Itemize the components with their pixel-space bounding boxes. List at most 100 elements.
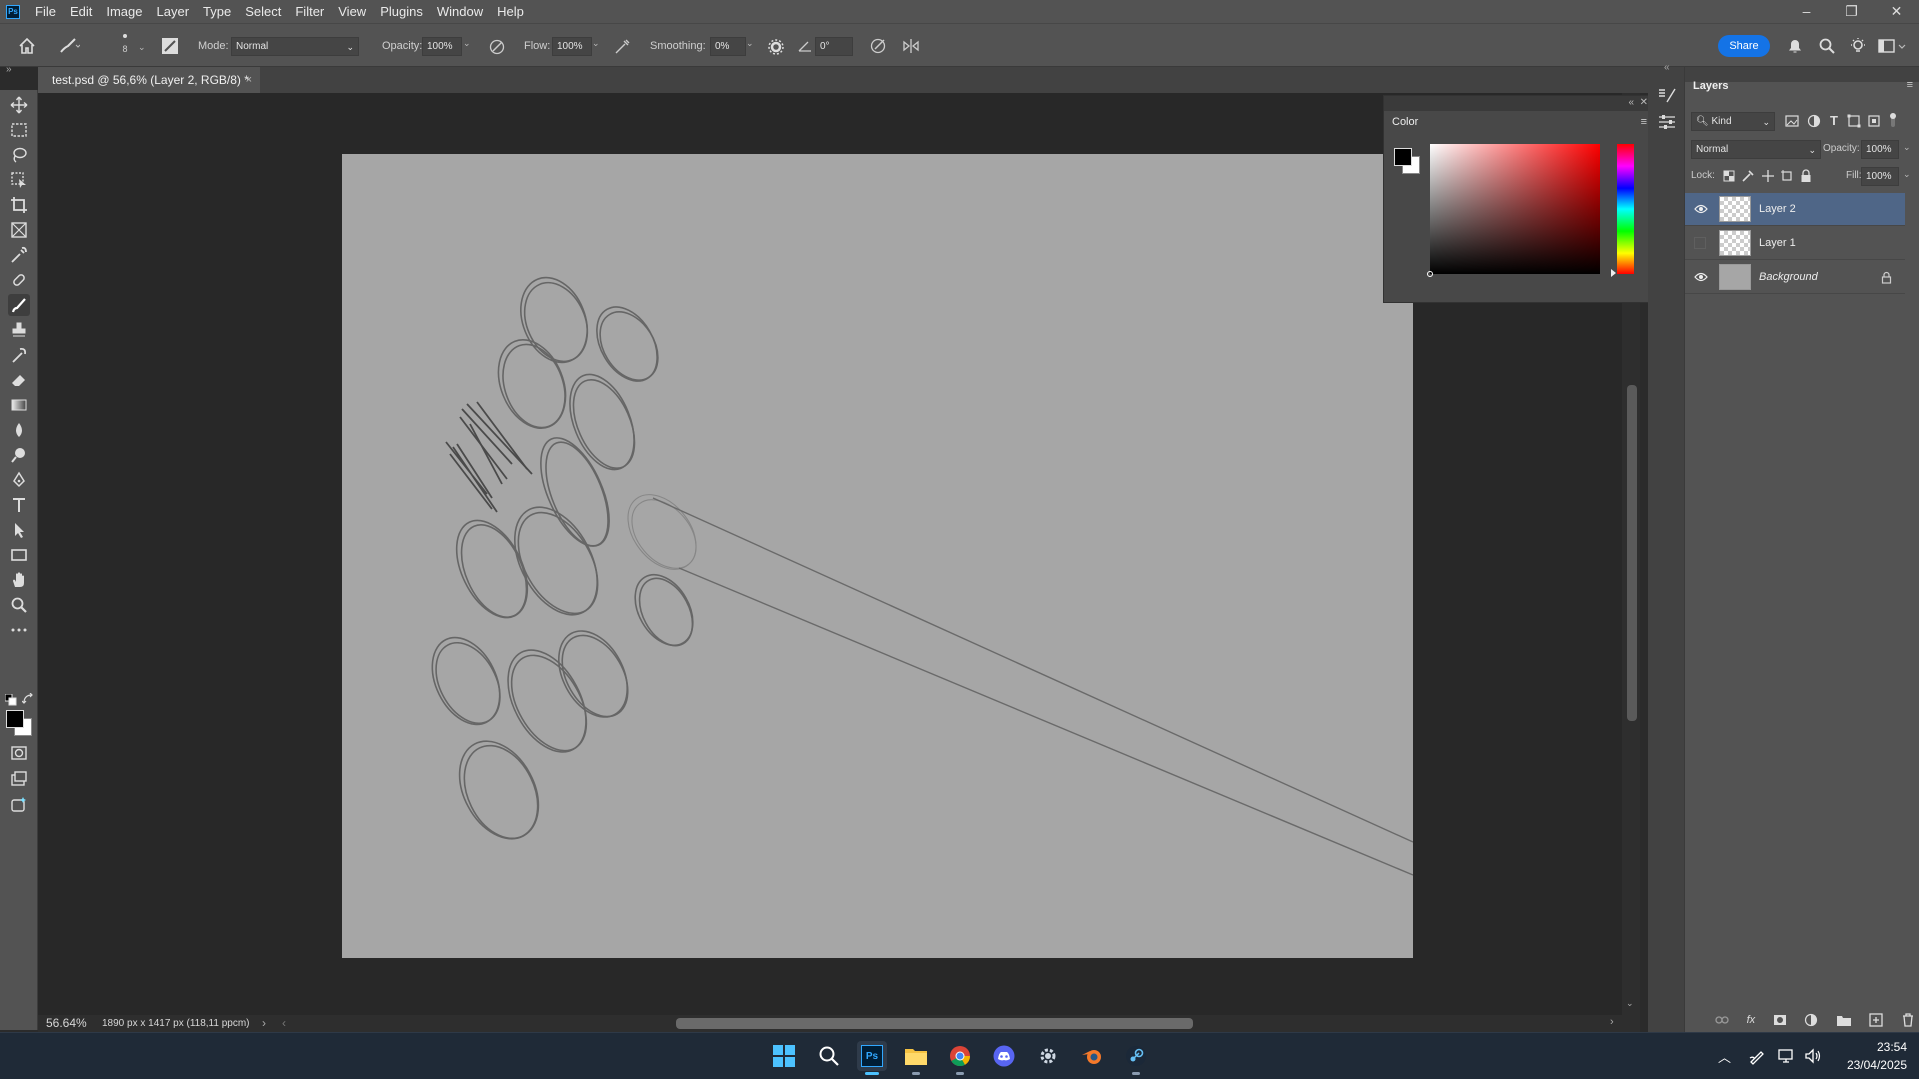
menu-type[interactable]: Type [196, 0, 238, 23]
document-tab[interactable]: test.psd @ 56,6% (Layer 2, RGB/8) * × [38, 67, 260, 93]
filter-adjustment-icon[interactable] [1807, 114, 1821, 128]
default-colors-icon[interactable] [5, 694, 17, 706]
foreground-color-swatch[interactable] [6, 710, 24, 728]
restore-button[interactable]: ❐ [1829, 3, 1874, 20]
add-mask-icon[interactable] [1773, 1013, 1787, 1027]
expand-panels-icon[interactable]: « [1664, 62, 1670, 73]
blend-mode-select[interactable]: Normal ⌄ [1691, 140, 1821, 159]
menu-edit[interactable]: Edit [63, 0, 99, 23]
path-selection-tool-icon[interactable] [8, 519, 30, 541]
smoothing-input[interactable]: 0% [710, 37, 746, 56]
close-panel-icon[interactable]: ✕ [1640, 97, 1648, 108]
lock-all-icon[interactable] [1800, 169, 1812, 183]
lock-position-icon[interactable] [1761, 169, 1775, 183]
brush-preset-icon[interactable] [58, 37, 80, 55]
marquee-tool-icon[interactable] [8, 119, 30, 141]
generative-fill-icon[interactable] [8, 794, 30, 816]
crop-tool-icon[interactable] [8, 194, 30, 216]
airbrush-icon[interactable] [613, 38, 631, 56]
quick-mask-icon[interactable] [8, 742, 30, 764]
swap-colors-icon[interactable] [22, 693, 34, 705]
layer-filter-select[interactable]: 🔍︎ Kind ⌄ [1691, 112, 1775, 131]
panel-menu-icon[interactable]: ≡ [1641, 116, 1647, 128]
trash-icon[interactable] [1901, 1013, 1915, 1027]
foreground-color-chip[interactable] [1394, 148, 1412, 166]
layer-name[interactable]: Background [1759, 261, 1818, 294]
eye-icon[interactable] [1694, 271, 1708, 283]
volume-icon[interactable] [1804, 1047, 1822, 1065]
scroll-right-icon[interactable]: › [1610, 1016, 1614, 1028]
panel-menu-icon[interactable]: ≡ [1907, 79, 1913, 91]
chevron-down-icon[interactable]: ⌄ [1903, 142, 1911, 153]
photoshop-taskbar-icon[interactable]: Ps [857, 1041, 887, 1075]
filter-type-icon[interactable]: T [1830, 113, 1838, 128]
scroll-down-icon[interactable]: ⌄ [1626, 998, 1634, 1009]
saturation-value-picker[interactable] [1427, 144, 1600, 277]
chevron-down-icon[interactable]: ⌄ [1903, 169, 1911, 180]
filter-shape-icon[interactable] [1847, 114, 1861, 128]
blur-tool-icon[interactable] [8, 419, 30, 441]
menu-filter[interactable]: Filter [288, 0, 331, 23]
gradient-tool-icon[interactable] [8, 394, 30, 416]
pen-menu-icon[interactable] [1748, 1047, 1766, 1065]
menu-help[interactable]: Help [490, 0, 531, 23]
close-tab-icon[interactable]: × [246, 67, 252, 93]
mode-select[interactable]: Normal ⌄ [231, 37, 359, 56]
lock-artboard-icon[interactable] [1781, 170, 1793, 182]
symmetry-icon[interactable] [902, 37, 920, 55]
history-brush-tool-icon[interactable] [8, 344, 30, 366]
adjustments-panel-icon[interactable] [1657, 113, 1677, 131]
document-canvas[interactable] [342, 154, 1413, 958]
layer-name[interactable]: Layer 2 [1759, 193, 1796, 226]
file-explorer-icon[interactable] [901, 1041, 931, 1075]
more-tools-icon[interactable] [8, 619, 30, 641]
object-select-tool-icon[interactable] [8, 169, 30, 191]
lock-icon[interactable] [1881, 271, 1892, 284]
share-button[interactable]: Share [1718, 35, 1770, 57]
pressure-size-icon[interactable] [869, 37, 887, 55]
vertical-scroll-thumb[interactable] [1627, 385, 1637, 721]
eye-icon[interactable] [1694, 203, 1708, 215]
visibility-toggle-off[interactable] [1694, 237, 1706, 249]
menu-image[interactable]: Image [99, 0, 149, 23]
color-panel-title[interactable]: Color [1392, 116, 1418, 128]
hue-slider-handle[interactable] [1611, 269, 1616, 277]
system-clock[interactable]: 23:54 23/04/2025 [1847, 1038, 1907, 1074]
menu-view[interactable]: View [331, 0, 373, 23]
close-window-button[interactable]: ✕ [1874, 3, 1919, 20]
status-menu-icon[interactable]: › [262, 1015, 266, 1032]
blender-icon[interactable] [1077, 1041, 1107, 1071]
brush-settings-panel-icon[interactable] [1657, 87, 1677, 105]
brush-tool-icon[interactable] [8, 294, 30, 316]
smoothing-gear-icon[interactable] [767, 38, 785, 56]
link-layers-icon[interactable] [1715, 1015, 1729, 1025]
new-layer-icon[interactable] [1869, 1013, 1884, 1027]
fx-icon[interactable]: fx [1747, 1014, 1756, 1026]
zoom-tool-icon[interactable] [8, 594, 30, 616]
home-icon[interactable] [18, 37, 36, 55]
menu-plugins[interactable]: Plugins [373, 0, 430, 23]
frame-tool-icon[interactable] [8, 219, 30, 241]
opacity-input[interactable]: 100% [422, 37, 462, 56]
chevron-down-icon[interactable]: ⌄ [463, 38, 471, 49]
chevron-down-icon[interactable]: ⌄ [138, 42, 146, 53]
chevron-down-icon[interactable]: ⌄ [746, 38, 754, 49]
filter-toggle-icon[interactable] [1887, 113, 1899, 127]
discord-icon[interactable] [989, 1041, 1019, 1071]
discover-icon[interactable] [1849, 37, 1867, 55]
layer-opacity-input[interactable]: 100% [1861, 140, 1899, 159]
layer-row-layer-2[interactable]: Layer 2 [1685, 193, 1905, 226]
clone-stamp-tool-icon[interactable] [8, 319, 30, 341]
minimize-button[interactable]: – [1784, 3, 1829, 20]
pressure-opacity-icon[interactable] [488, 38, 506, 56]
type-tool-icon[interactable] [8, 494, 30, 516]
rectangle-tool-icon[interactable] [8, 544, 30, 566]
color-panel-header[interactable] [1384, 96, 1652, 111]
layer-row-background[interactable]: Background [1685, 261, 1905, 294]
tray-overflow-icon[interactable]: ︿ [1718, 1047, 1731, 1066]
menu-select[interactable]: Select [238, 0, 288, 23]
windows-start-icon[interactable] [769, 1041, 799, 1071]
layer-name[interactable]: Layer 1 [1759, 227, 1796, 260]
lock-transparent-icon[interactable] [1723, 170, 1735, 182]
pen-tool-icon[interactable] [8, 469, 30, 491]
